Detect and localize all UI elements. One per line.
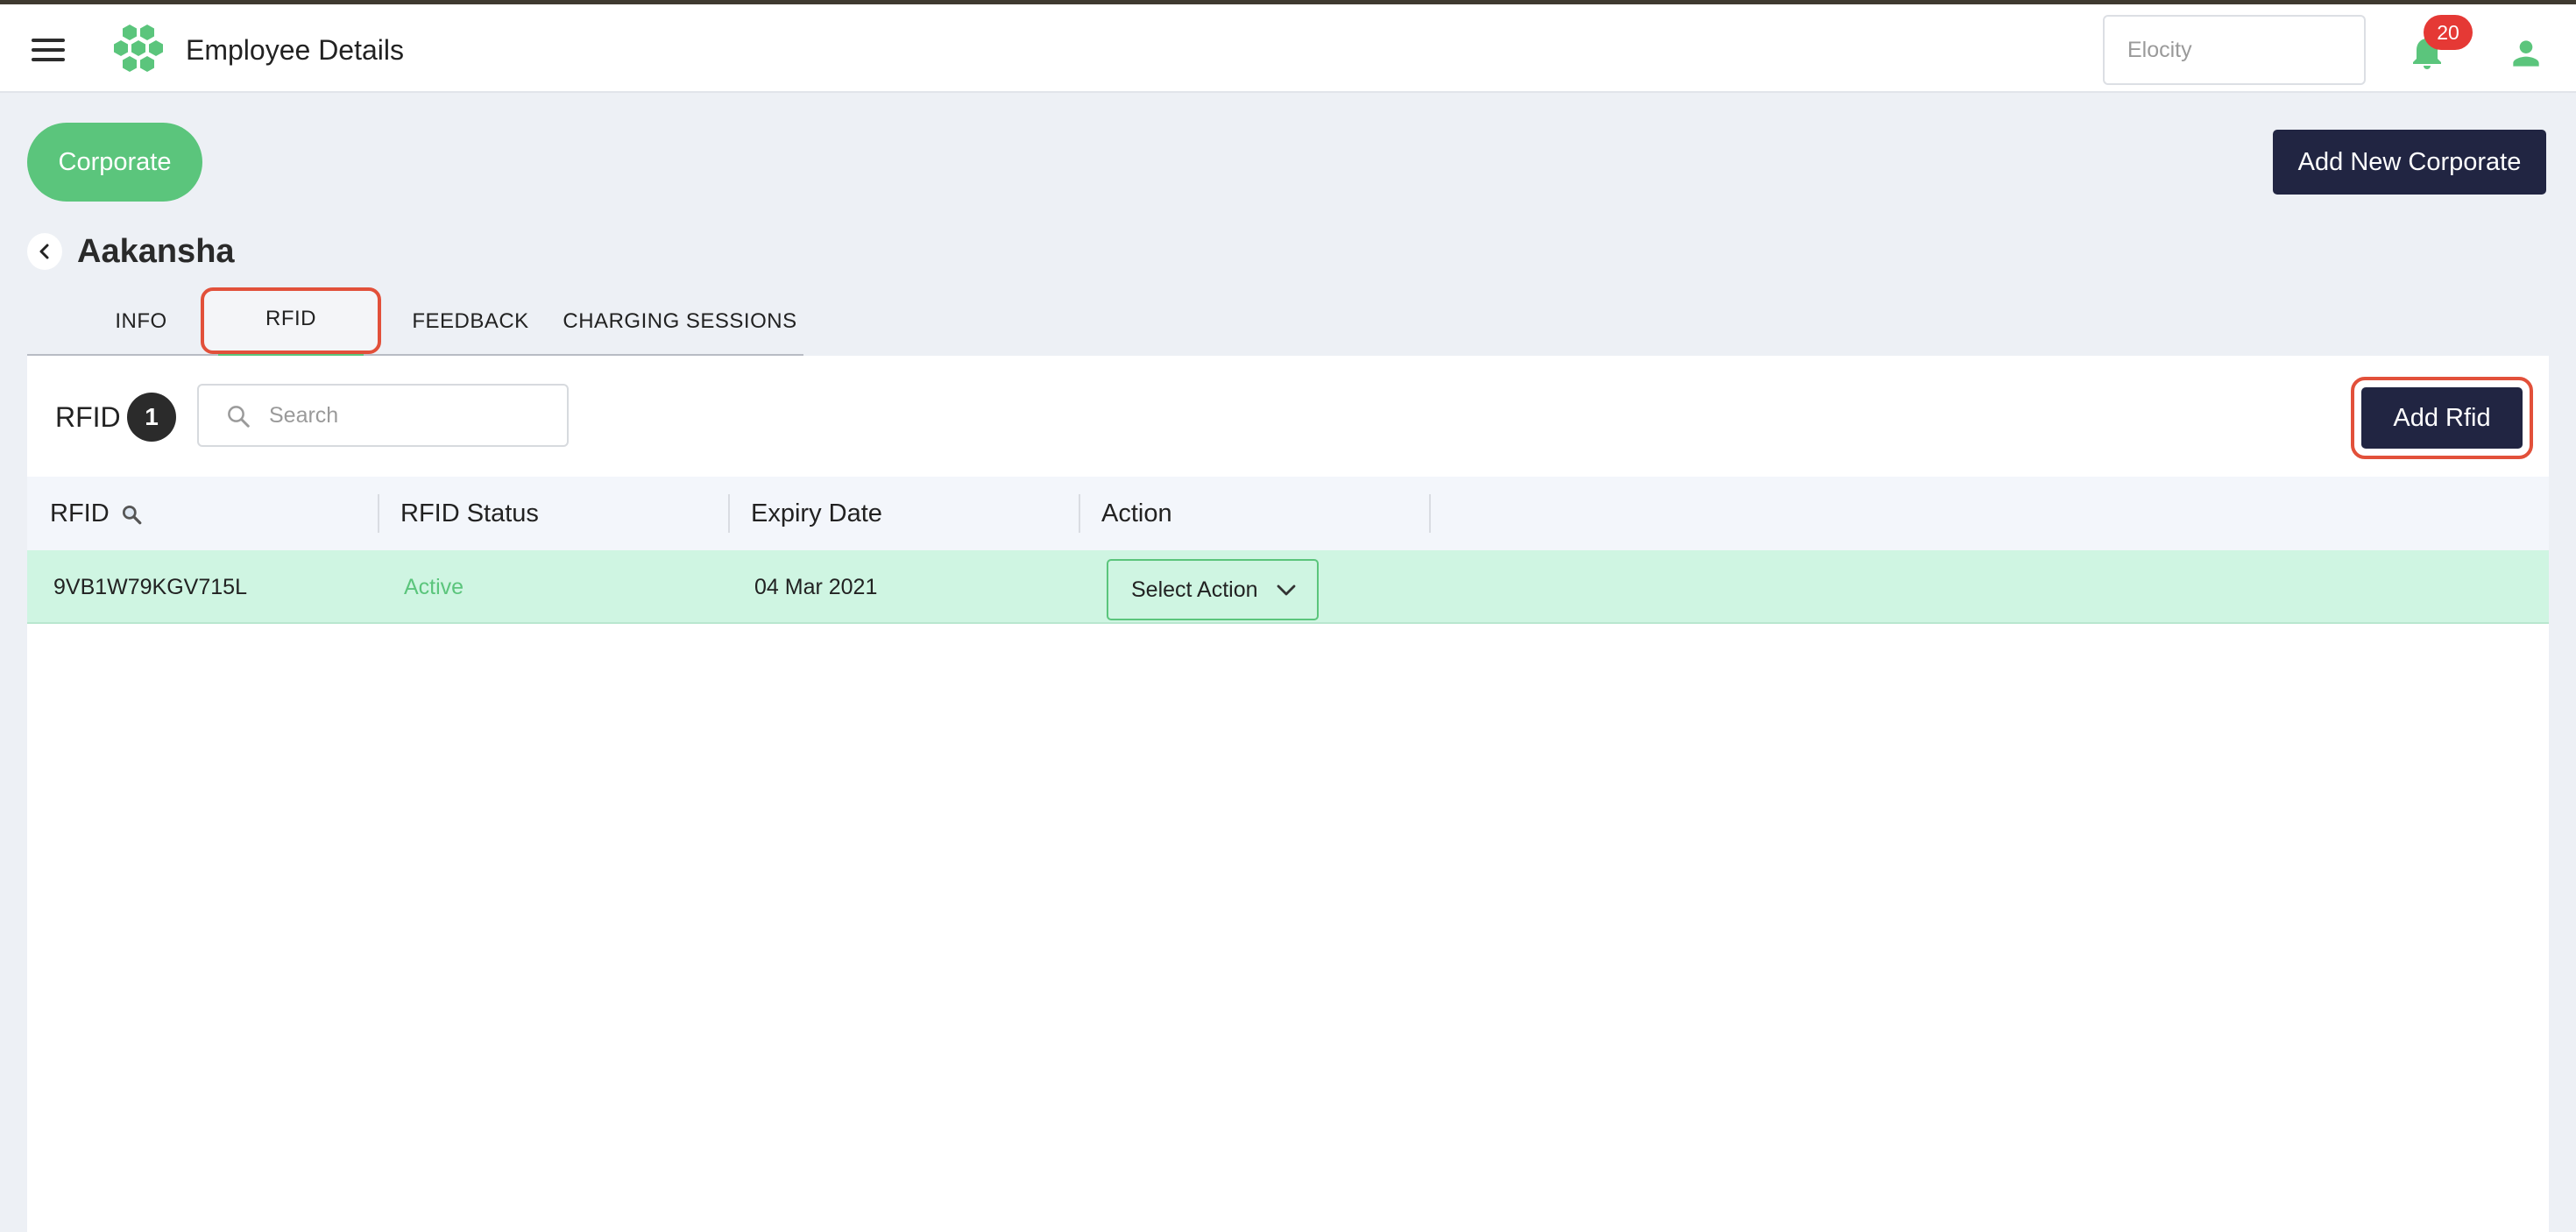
employee-name: Aakansha [77,233,235,270]
add-rfid-button[interactable]: Add Rfid [2361,387,2523,449]
column-header-expiry[interactable]: Expiry Date [728,477,1079,550]
rfid-count-badge: 1 [127,393,176,442]
column-header-rfid[interactable]: RFID [27,477,378,550]
search-icon [228,406,250,428]
select-action-label: Select Action [1131,577,1258,602]
chevron-down-icon [1277,584,1296,596]
rfid-panel: RFID 1 Add Rfid RFID RFID Status Expiry … [27,356,2549,1232]
rfid-search-box[interactable] [197,384,569,447]
notification-badge: 20 [2424,15,2473,50]
tab-feedback[interactable]: FEEDBACK [395,287,546,354]
search-input[interactable] [269,398,549,433]
top-navbar: Employee Details Elocity 20 [0,4,2576,93]
magnifier-icon[interactable] [120,503,143,526]
column-header-label: RFID [50,499,110,527]
tab-rfid[interactable]: RFID [201,287,381,358]
add-rfid-highlight: Add Rfid [2351,377,2533,459]
logo-hexagon-icon [114,25,163,72]
corporate-button[interactable]: Corporate [27,123,202,202]
organization-selector[interactable]: Elocity [2103,15,2366,85]
user-icon[interactable] [2506,34,2546,73]
page-title: Employee Details [186,34,404,66]
column-divider [1429,494,1431,533]
detail-tabs: INFO RFID FEEDBACK CHARGING SESSIONS [27,287,803,358]
column-header-action[interactable]: Action [1079,477,1429,550]
select-action-dropdown[interactable]: Select Action [1107,559,1319,620]
chevron-left-icon [39,244,49,259]
table-header: RFID RFID Status Expiry Date Action [27,477,2549,550]
menu-icon[interactable] [32,37,65,63]
column-header-status[interactable]: RFID Status [378,477,728,550]
table-row: 9VB1W79KGV715L Active 04 Mar 2021 Select… [27,550,2549,624]
expiry-cell: 04 Mar 2021 [754,575,878,599]
tab-charging-sessions[interactable]: CHARGING SESSIONS [562,287,798,354]
back-button[interactable] [27,233,62,270]
tab-info[interactable]: INFO [62,287,220,354]
status-cell: Active [404,575,464,599]
rfid-section-title: RFID [55,401,121,433]
add-new-corporate-button[interactable]: Add New Corporate [2273,130,2546,195]
rfid-cell: 9VB1W79KGV715L [53,575,247,599]
